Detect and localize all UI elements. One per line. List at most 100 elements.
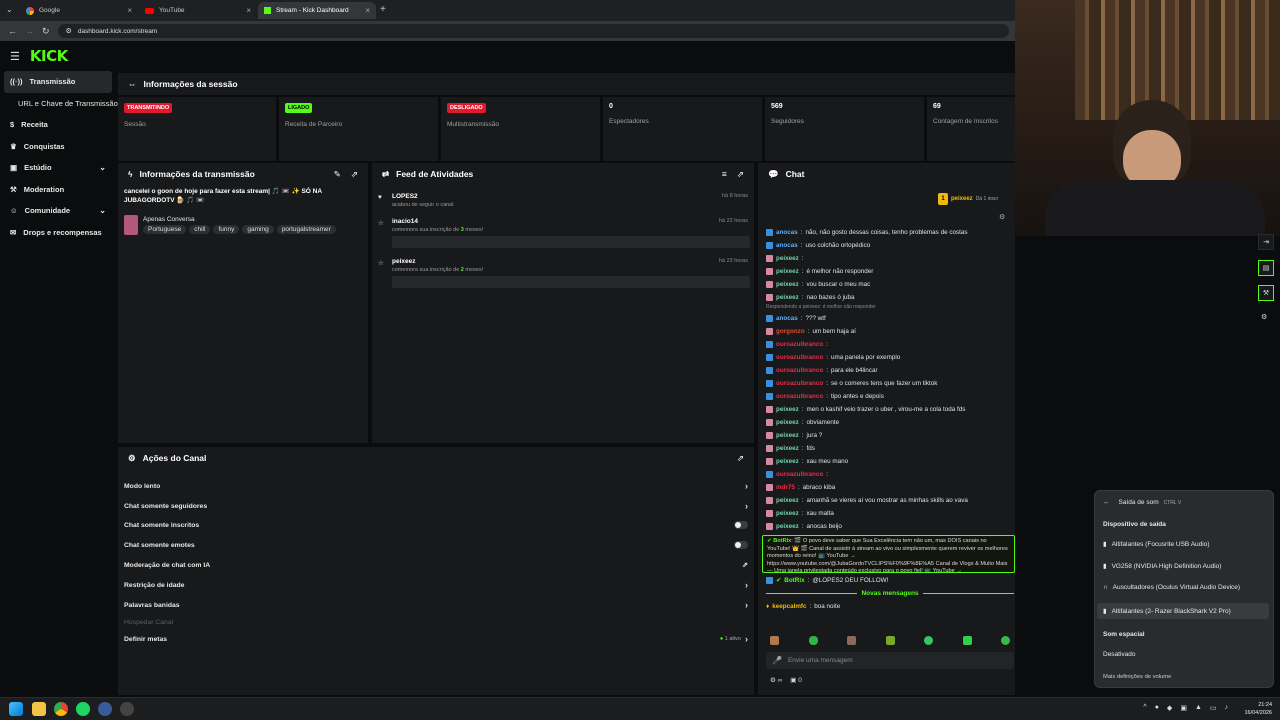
back-icon[interactable]: ←	[1103, 499, 1110, 506]
chat-user[interactable]: peixeez	[776, 255, 799, 262]
tag[interactable]: portugalstreamer	[276, 225, 336, 234]
chat-user[interactable]: peixeez	[776, 523, 799, 530]
chat-user[interactable]: ouroazulbranco	[776, 354, 823, 361]
side-toolbar-icon[interactable]: ⇥	[1258, 234, 1274, 250]
emote-icon[interactable]	[847, 636, 856, 645]
sidebar-item-conquistas[interactable]: ♛ Conquistas	[0, 136, 116, 158]
emote-icon[interactable]	[808, 636, 818, 645]
side-toolbar-icon[interactable]: ⚒	[1258, 285, 1274, 301]
chat-user[interactable]: peixeez	[776, 432, 799, 439]
sidebar-item-transmissao[interactable]: ((·)) Transmissão	[4, 71, 112, 93]
action-ai-moderation[interactable]: Moderação de chat com IA ⇗	[124, 556, 748, 574]
emote-icon[interactable]	[1001, 636, 1010, 645]
spotify-icon[interactable]	[76, 702, 90, 716]
chat-user[interactable]: ouroazulbranco	[776, 341, 823, 348]
chat-user[interactable]: peixeez	[776, 281, 799, 288]
more-volume-settings-link[interactable]: Mais definições de volume	[1103, 674, 1171, 680]
points-icon[interactable]: ⚙ ∞	[770, 676, 782, 684]
tray-app-icon[interactable]: ▣	[1180, 704, 1187, 712]
app-icon[interactable]	[98, 702, 112, 716]
output-device[interactable]: ∩ Auscultadores (Oculus Virtual Audio Dev…	[1103, 584, 1240, 591]
reload-icon[interactable]: ↻	[42, 26, 50, 37]
output-device[interactable]: ▮ VG258 (NVIDIA High Definition Audio)	[1103, 562, 1221, 571]
emote-icon[interactable]	[924, 636, 933, 645]
tag[interactable]: chill	[189, 225, 211, 234]
sidebar-item-moderation[interactable]: ⚒ Moderation	[0, 179, 116, 201]
chat-user[interactable]: peixeez	[776, 458, 799, 465]
file-explorer-icon[interactable]	[32, 702, 46, 716]
emotes-only-toggle[interactable]	[734, 541, 748, 549]
chat-user[interactable]: ouroazulbranco	[776, 393, 823, 400]
tag[interactable]: funny	[213, 225, 240, 234]
emote-icon[interactable]	[962, 636, 972, 645]
tag[interactable]: gaming	[242, 225, 274, 234]
tag[interactable]: Portuguese	[143, 225, 187, 234]
kick-logo[interactable]: KICK	[30, 47, 68, 65]
menu-icon[interactable]: ☰	[10, 50, 20, 63]
feed-user[interactable]: LOPES2	[392, 193, 750, 200]
sidebar-item-estudio[interactable]: ▣ Estúdio ⌄	[0, 157, 116, 179]
tray-app-icon[interactable]: ▲	[1195, 704, 1202, 712]
action-set-goals[interactable]: Definir metas ● 1 ativo ›	[124, 630, 748, 648]
chat-user[interactable]: gorgonzo	[776, 328, 805, 335]
output-device[interactable]: ▮ Altifalantes (Focusrite USB Audio)	[1103, 540, 1209, 549]
chat-user[interactable]: anocas	[776, 229, 798, 236]
chat-user[interactable]: BotRix	[784, 577, 804, 584]
new-messages-divider[interactable]: Novas mensagens	[766, 589, 1014, 598]
close-tab-icon[interactable]: ×	[246, 6, 251, 15]
chat-settings-icon[interactable]: ⚙	[999, 213, 1005, 221]
browser-tab-google[interactable]: Google ×	[20, 2, 138, 19]
chat-user[interactable]: peixeez	[776, 406, 799, 413]
side-toolbar-icon[interactable]: ▤	[1258, 260, 1274, 276]
chat-user[interactable]: peixeez	[776, 510, 799, 517]
chat-user[interactable]: mdr75	[776, 484, 795, 491]
chat-user[interactable]: peixeez	[776, 445, 799, 452]
popout-icon[interactable]: ⇗	[737, 169, 744, 180]
tray-chevron-icon[interactable]: ^	[1143, 704, 1146, 712]
back-icon[interactable]: ←	[8, 26, 17, 36]
action-followers-only[interactable]: Chat somente seguidores ›	[124, 497, 748, 515]
tab-search-chevron-icon[interactable]: ⌄	[6, 5, 13, 14]
chat-user[interactable]: peixeez	[776, 268, 799, 275]
popout-icon[interactable]: ⇗	[351, 169, 358, 180]
emote-icon[interactable]	[885, 636, 895, 645]
tray-app-icon[interactable]: ◆	[1167, 704, 1172, 712]
chat-input[interactable]: 🎤 Envie uma mensagem	[766, 652, 1014, 669]
action-age-restriction[interactable]: Restrição de idade ›	[124, 576, 748, 594]
feed-user[interactable]: inacio14	[392, 218, 750, 225]
sidebar-item-url-chave[interactable]: URL e Chave de Transmissão	[0, 93, 118, 115]
sidebar-item-comunidade[interactable]: ☺ Comunidade ⌄	[0, 200, 116, 222]
start-icon[interactable]	[9, 702, 23, 716]
chrome-icon[interactable]	[54, 702, 68, 716]
action-slow-mode[interactable]: Modo lento ›	[124, 477, 748, 495]
volume-icon[interactable]: ♪	[1225, 704, 1229, 712]
emote-icon[interactable]	[770, 636, 779, 645]
top-supporter-user[interactable]: peixeez	[951, 196, 973, 202]
action-banned-words[interactable]: Palavras banidas ›	[124, 596, 748, 614]
chat-user[interactable]: anocas	[776, 315, 798, 322]
clock[interactable]: 21:24 16/04/2026	[1244, 701, 1272, 717]
chat-user[interactable]: ouroazulbranco	[776, 367, 823, 374]
popout-icon[interactable]: ⇗	[737, 453, 744, 464]
browser-tab-kick[interactable]: Stream - Kick Dashboard ×	[258, 2, 376, 19]
chat-user[interactable]: peixeez	[776, 294, 799, 301]
chat-user[interactable]: peixeez	[776, 497, 799, 504]
close-tab-icon[interactable]: ×	[365, 6, 370, 15]
browser-tab-youtube[interactable]: YouTube ×	[139, 2, 257, 19]
new-tab-icon[interactable]: +	[380, 4, 386, 15]
feed-user[interactable]: peixeez	[392, 258, 750, 265]
chat-user[interactable]: anocas	[776, 242, 798, 249]
chat-user[interactable]: ouroazulbranco	[776, 471, 823, 478]
subscribers-only-toggle[interactable]	[734, 521, 748, 529]
tray-app-icon[interactable]: ●	[1155, 704, 1159, 712]
chat-user[interactable]: ouroazulbranco	[776, 380, 823, 387]
filter-icon[interactable]: ≡	[722, 169, 727, 180]
chat-user[interactable]: BotRix	[773, 538, 791, 544]
edit-icon[interactable]: ✎	[334, 169, 341, 180]
close-tab-icon[interactable]: ×	[127, 6, 132, 15]
gift-icon[interactable]: ▣ 0	[790, 676, 802, 684]
spatial-sound-value[interactable]: Desativado	[1103, 651, 1136, 658]
sidebar-item-drops[interactable]: ✉ Drops e recompensas	[0, 222, 116, 244]
sidebar-item-receita[interactable]: $ Receita	[0, 114, 116, 136]
forward-icon[interactable]: →	[25, 26, 34, 36]
